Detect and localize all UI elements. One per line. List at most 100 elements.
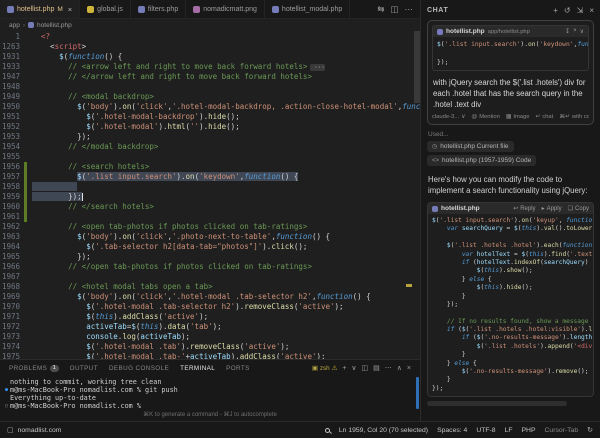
- terminal-scrollbar[interactable]: [416, 377, 419, 409]
- chat-history-icon[interactable]: ↺: [564, 6, 571, 15]
- user-message-text[interactable]: with jQuery search the $('.list .hotels'…: [432, 75, 589, 114]
- code-line: 1958: [0, 182, 420, 192]
- editor-column: hotellist.php M × global.js filters.php …: [0, 0, 420, 421]
- code-line: }: [432, 376, 589, 384]
- mention-button[interactable]: @ Mention: [471, 114, 500, 120]
- send-chat-hint[interactable]: ↵ chat: [535, 114, 553, 120]
- code-line: if ($('.list .hotels .hotel:visible').l: [432, 326, 589, 334]
- code-line: 1949 // <modal backdrop>: [0, 92, 420, 102]
- bottom-panel: PROBLEMS 1 OUTPUT DEBUG CONSOLE TERMINAL…: [0, 359, 420, 421]
- more-actions-icon[interactable]: ⋯: [385, 364, 392, 372]
- image-button[interactable]: ▦ Image: [506, 114, 530, 120]
- tab-filters-php[interactable]: filters.php: [131, 0, 186, 18]
- open-changes-icon[interactable]: ⇆: [377, 4, 384, 15]
- apply-button[interactable]: ▸ Apply: [542, 205, 562, 212]
- tab-global-js[interactable]: global.js: [80, 0, 131, 18]
- terminal-lines: nothing to commit, working tree clean●m@…: [3, 378, 420, 410]
- image-file-icon: [193, 6, 200, 13]
- new-chat-icon[interactable]: +: [553, 6, 558, 15]
- code-line: 1955: [0, 152, 420, 162]
- chat-panel: CHAT + ↺ ⇲ × hotellist.php app/hotellist…: [420, 0, 600, 421]
- expand-chat-icon[interactable]: ⇲: [577, 6, 584, 15]
- close-chat-icon[interactable]: ×: [589, 6, 594, 15]
- status-bar: ▢ nomadlist.com Ln 1959, Col 20 (70 sele…: [0, 421, 600, 438]
- kill-terminal-icon[interactable]: ▤: [373, 364, 380, 372]
- chat-composer[interactable]: hotellist.php app/hotellist.php ↧ × ∨ $(…: [427, 20, 594, 125]
- problems-count-badge: 1: [50, 365, 58, 372]
- code-line: 1964 $('.tab-selector h2[data-tab="photo…: [0, 242, 420, 252]
- code-line: 1973 console.log(activeTab);: [0, 332, 420, 342]
- context-code-card[interactable]: hotellist.php app/hotellist.php ↧ × ∨ $(…: [432, 25, 589, 71]
- maximize-panel-icon[interactable]: ∧: [397, 364, 402, 372]
- notifications-icon[interactable]: ↻: [587, 426, 593, 434]
- main-row: hotellist.php M × global.js filters.php …: [0, 0, 600, 421]
- code-line: 1953 });: [0, 132, 420, 142]
- chat-title: CHAT: [427, 7, 448, 14]
- code-line: $('.list .hotels').append('<div: [432, 343, 589, 351]
- remote-window-icon[interactable]: ▢: [7, 426, 14, 434]
- panel-tab-problems[interactable]: PROBLEMS 1: [9, 365, 59, 372]
- panel-tab-debug-console[interactable]: DEBUG CONSOLE: [109, 365, 169, 372]
- close-panel-icon[interactable]: ×: [407, 365, 411, 372]
- split-terminal-icon[interactable]: ◫: [362, 364, 369, 372]
- shell-name: zsh: [320, 365, 330, 372]
- context-chips: ◷ hotellist.php Current file <> hotellis…: [427, 141, 594, 166]
- breadcrumb-folder[interactable]: app: [9, 22, 20, 29]
- language-mode[interactable]: PHP: [522, 427, 536, 434]
- php-file-icon: [138, 6, 145, 13]
- copy-button[interactable]: ❏ Copy: [568, 205, 589, 212]
- collapse-icon[interactable]: ∨: [580, 28, 584, 35]
- split-editor-icon[interactable]: ◫: [390, 4, 398, 15]
- panel-tab-bar: PROBLEMS 1 OUTPUT DEBUG CONSOLE TERMINAL…: [0, 360, 420, 376]
- terminal-dropdown-icon[interactable]: ∨: [351, 364, 356, 372]
- reply-button[interactable]: ↩ Reply: [513, 205, 535, 212]
- tab-label: hotellist_modal.php: [282, 6, 342, 13]
- tab-hotellist-modal-php[interactable]: hotellist_modal.php: [265, 0, 350, 18]
- eol-setting[interactable]: LF: [505, 427, 513, 434]
- shell-indicator[interactable]: ▣ zsh ⚠: [312, 365, 337, 372]
- tab-label: global.js: [97, 6, 123, 13]
- panel-tab-terminal[interactable]: TERMINAL: [180, 365, 215, 372]
- code-icon: <>: [432, 158, 439, 164]
- code-line: $(this).show();: [432, 267, 589, 275]
- terminal-line: ●m@ms-MacBook-Pro nomadlist.com % git pu…: [3, 386, 420, 394]
- code-line: 1263 <script>: [0, 42, 420, 52]
- code-line: $('.list input.search').on('keydown',fun…: [437, 40, 584, 49]
- model-selector[interactable]: claude-3... ∨: [432, 114, 465, 120]
- php-file-icon: [437, 29, 443, 35]
- chevron-down-icon: ∨: [461, 114, 465, 120]
- chip-code-selection[interactable]: <> hotellist.php (1957-1959) Code: [427, 155, 536, 166]
- editor-scrollbar[interactable]: [414, 31, 420, 103]
- modified-badge: M: [57, 6, 62, 13]
- tab-hotellist-php[interactable]: hotellist.php M ×: [0, 0, 80, 18]
- encoding-setting[interactable]: UTF-8: [476, 427, 495, 434]
- close-tab-icon[interactable]: ×: [68, 5, 72, 14]
- indentation-setting[interactable]: Spaces: 4: [437, 427, 467, 434]
- new-terminal-icon[interactable]: +: [342, 365, 346, 372]
- code-line: 1961: [0, 212, 420, 222]
- chip-current-file[interactable]: ◷ hotellist.php Current file: [427, 141, 514, 152]
- terminal-line: nothing to commit, working tree clean: [3, 378, 420, 386]
- more-actions-icon[interactable]: ⋯: [405, 4, 414, 15]
- remove-context-icon[interactable]: ×: [573, 28, 577, 35]
- breadcrumb-file[interactable]: hotellist.php: [37, 22, 72, 29]
- enter-icon: ↵: [535, 114, 540, 120]
- code-line: } else {: [432, 276, 589, 284]
- workspace-name[interactable]: nomadlist.com: [18, 427, 62, 434]
- pin-icon[interactable]: ↧: [565, 28, 570, 35]
- terminal-line: Everything up-to-date: [3, 394, 420, 402]
- code-line: 1968 // <hotel modal tabs open a tab>: [0, 282, 420, 292]
- cursor-tab-toggle[interactable]: Cursor-Tab: [545, 427, 579, 434]
- terminal[interactable]: nothing to commit, working tree clean●m@…: [0, 376, 420, 410]
- code-line: $(this).hide();: [432, 284, 589, 292]
- panel-tab-ports[interactable]: PORTS: [226, 365, 250, 372]
- search-icon[interactable]: [325, 428, 330, 433]
- tab-nomadicmatt-png[interactable]: nomadicmatt.png: [186, 0, 265, 18]
- code-line: 1967: [0, 272, 420, 282]
- codebase-hint[interactable]: ⌘↵ with codebase ∨: [559, 114, 589, 120]
- panel-tab-output[interactable]: OUTPUT: [70, 365, 98, 372]
- cursor-position[interactable]: Ln 1959, Col 20 (70 selected): [339, 427, 428, 434]
- code-editor[interactable]: 1 <?1263 <script>1931 $(function() {1933…: [0, 31, 420, 359]
- breadcrumb[interactable]: app › hotellist.php: [0, 19, 420, 31]
- code-line: }: [432, 293, 589, 301]
